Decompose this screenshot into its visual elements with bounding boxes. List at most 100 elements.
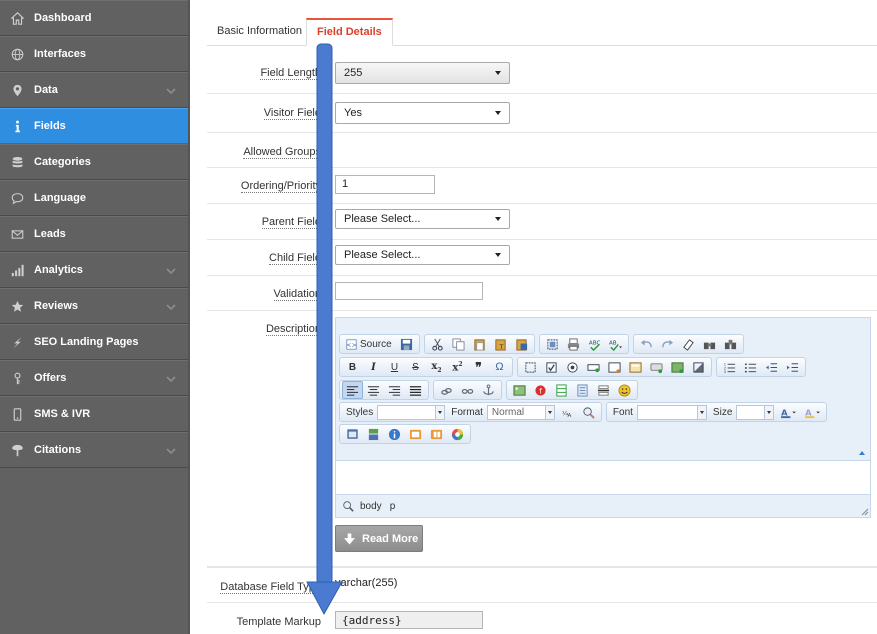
- align-center-button[interactable]: [363, 381, 384, 399]
- flash-button[interactable]: f: [530, 381, 551, 399]
- underline-button[interactable]: U: [384, 358, 405, 376]
- tab-basic-information[interactable]: Basic Information: [207, 18, 312, 46]
- chevron-down-icon[interactable]: [166, 86, 176, 96]
- cut-button[interactable]: [427, 335, 448, 353]
- font-dropdown[interactable]: [636, 404, 707, 420]
- select-field-button[interactable]: [625, 358, 646, 376]
- find-button[interactable]: [699, 335, 720, 353]
- sidebar-item-dashboard[interactable]: Dashboard: [0, 0, 190, 36]
- image-button-field-button[interactable]: [667, 358, 688, 376]
- link-button[interactable]: [436, 381, 457, 399]
- copy-button[interactable]: [448, 335, 469, 353]
- paste-button[interactable]: [469, 335, 490, 353]
- path-item-p[interactable]: p: [390, 501, 396, 512]
- paste-text-button[interactable]: T: [490, 335, 511, 353]
- page-break-button[interactable]: [593, 381, 614, 399]
- textarea-button[interactable]: [604, 358, 625, 376]
- outdent-button[interactable]: [761, 358, 782, 376]
- sidebar-item-reviews[interactable]: Reviews: [0, 288, 190, 324]
- editor-content-area[interactable]: [336, 460, 870, 495]
- sidebar-item-offers[interactable]: Offers: [0, 360, 190, 396]
- background-color-button[interactable]: A: [800, 403, 824, 421]
- sidebar-item-sms-ivr[interactable]: SMS & IVR: [0, 396, 190, 432]
- field-length-select[interactable]: 255: [335, 62, 510, 84]
- validation-input[interactable]: [335, 282, 483, 300]
- source-button[interactable]: <> Source: [342, 335, 396, 353]
- sidebar-item-interfaces[interactable]: Interfaces: [0, 36, 190, 72]
- superscript-button[interactable]: x2: [447, 358, 468, 376]
- text-color-button[interactable]: A: [776, 403, 800, 421]
- horizontal-rule-button[interactable]: [572, 381, 593, 399]
- spellcheck-button[interactable]: ABC: [584, 335, 605, 353]
- ordering-priority-input[interactable]: 1: [335, 175, 435, 194]
- sidebar-item-data[interactable]: Data: [0, 72, 190, 108]
- visitor-field-select[interactable]: Yes: [335, 102, 510, 124]
- collapse-toolbar-icon[interactable]: [859, 451, 865, 455]
- template-markup-input[interactable]: {address}: [335, 611, 483, 629]
- path-item-body[interactable]: body: [360, 501, 382, 512]
- sidebar-item-analytics[interactable]: Analytics: [0, 252, 190, 288]
- copy-format-button[interactable]: ¼A: [557, 403, 578, 421]
- remove-format-button[interactable]: [678, 335, 699, 353]
- about-button[interactable]: [384, 425, 405, 443]
- media-button[interactable]: [426, 425, 447, 443]
- maximize-button[interactable]: [342, 425, 363, 443]
- color-picker-button[interactable]: [447, 425, 468, 443]
- paste-word-button[interactable]: [511, 335, 532, 353]
- chevron-down-icon[interactable]: [166, 302, 176, 312]
- sidebar-item-language[interactable]: Language: [0, 180, 190, 216]
- size-dropdown[interactable]: [736, 404, 775, 420]
- align-right-button[interactable]: [384, 381, 405, 399]
- checkbox-button[interactable]: [541, 358, 562, 376]
- button-field-button[interactable]: [646, 358, 667, 376]
- italic-button[interactable]: I: [363, 358, 384, 376]
- form-button[interactable]: [520, 358, 541, 376]
- chevron-down-icon[interactable]: [166, 266, 176, 276]
- templates-button[interactable]: [405, 425, 426, 443]
- chevron-down-icon[interactable]: [166, 374, 176, 384]
- bold-button[interactable]: B: [342, 358, 363, 376]
- sidebar-item-leads[interactable]: Leads: [0, 216, 190, 252]
- radio-button-tool[interactable]: [562, 358, 583, 376]
- sidebar-item-citations[interactable]: Citations: [0, 432, 190, 468]
- print-button[interactable]: [563, 335, 584, 353]
- save-button[interactable]: [396, 335, 417, 353]
- styles-dropdown[interactable]: [377, 404, 446, 420]
- image-button[interactable]: [509, 381, 530, 399]
- spellcheck-as-you-type-button[interactable]: AB: [605, 335, 626, 353]
- table-button[interactable]: [551, 381, 572, 399]
- sidebar-item-seo-landing-pages[interactable]: SEO Landing Pages: [0, 324, 190, 360]
- show-blocks-button[interactable]: [363, 425, 384, 443]
- hidden-field-button[interactable]: [688, 358, 709, 376]
- text-field-button[interactable]: [583, 358, 604, 376]
- indent-button[interactable]: [782, 358, 803, 376]
- sidebar-item-categories[interactable]: Categories: [0, 144, 190, 180]
- undo-button[interactable]: [636, 335, 657, 353]
- align-left-button[interactable]: [342, 381, 363, 399]
- sidebar-item-fields[interactable]: Fields: [0, 108, 190, 144]
- justify-button[interactable]: [405, 381, 426, 399]
- redo-button[interactable]: [657, 335, 678, 353]
- find-style-button[interactable]: [578, 403, 599, 421]
- child-field-select[interactable]: Please Select...: [335, 245, 510, 265]
- strikethrough-button[interactable]: S: [405, 358, 426, 376]
- replace-button[interactable]: [720, 335, 741, 353]
- smiley-button[interactable]: [614, 381, 635, 399]
- unlink-button[interactable]: [457, 381, 478, 399]
- bulleted-list-button[interactable]: [740, 358, 761, 376]
- anchor-button[interactable]: [478, 381, 499, 399]
- blockquote-button[interactable]: ❞: [468, 358, 489, 376]
- numbered-list-button[interactable]: 123: [719, 358, 740, 376]
- resize-handle-icon[interactable]: [861, 508, 869, 516]
- unlink-icon: [461, 388, 474, 394]
- format-dropdown[interactable]: Normal: [486, 404, 555, 420]
- read-more-button[interactable]: Read More: [335, 525, 423, 552]
- tab-field-details[interactable]: Field Details: [306, 18, 393, 46]
- bar-chart-icon: [0, 264, 34, 277]
- subscript-button[interactable]: x2: [426, 358, 447, 376]
- sidebar-scrollbar[interactable]: [188, 0, 190, 634]
- parent-field-select[interactable]: Please Select...: [335, 209, 510, 229]
- chevron-down-icon[interactable]: [166, 446, 176, 456]
- special-char-button[interactable]: Ω: [489, 358, 510, 376]
- select-all-button[interactable]: [542, 335, 563, 353]
